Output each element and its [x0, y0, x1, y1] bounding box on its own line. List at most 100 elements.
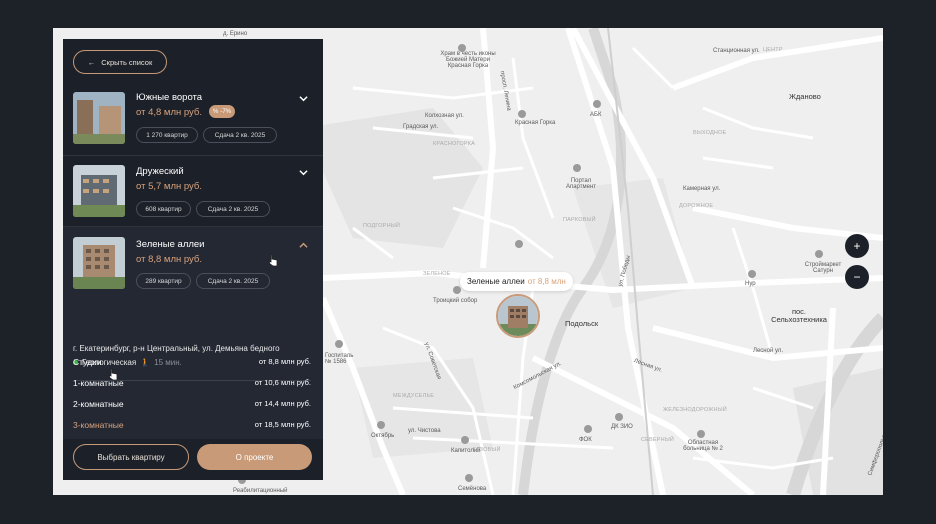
hide-list-label: Скрыть список: [101, 57, 153, 67]
map-label: Подольск: [565, 319, 599, 328]
poi-icon: [335, 340, 343, 348]
complex-thumbnail: [73, 92, 125, 144]
map-label: Портал Апартмент: [565, 178, 597, 190]
flat-row[interactable]: 2-комнатные от 14,4 млн руб.: [73, 399, 311, 409]
map-label: Красная Горка: [515, 120, 556, 126]
complex-name: Дружеский: [136, 166, 184, 177]
apartments-chip: 289 квартир: [136, 273, 191, 289]
discount-value: -7%: [220, 108, 232, 115]
map-label: ДОРОЖНОЕ: [679, 203, 714, 209]
flat-type: 2-комнатные: [73, 399, 124, 409]
map-label: Реабилитационный: [233, 488, 288, 494]
map-label: Камерная ул.: [683, 186, 721, 192]
arrow-left-icon: ←: [87, 57, 96, 67]
map-label: ПОДГОРНЫЙ: [363, 223, 401, 229]
complex-address: г. Екатеринбург, р-н Центральный, ул. Де…: [73, 344, 280, 353]
map-label: ВЫХОДНОЕ: [693, 130, 727, 136]
hand-cursor-icon: [268, 254, 278, 267]
map-label: Станционная ул.: [713, 48, 760, 54]
map-label: СЕВЕРНЫЙ: [641, 437, 675, 443]
map-label: ФОК: [579, 437, 592, 443]
map-label: ул. Чистова: [408, 428, 441, 434]
map-label: Лесной ул.: [753, 348, 783, 354]
poi-icon: [584, 425, 592, 433]
poi-icon: [615, 413, 623, 421]
flat-price: от 8,8 млн руб.: [258, 357, 311, 366]
hand-cursor-icon: [108, 368, 118, 381]
discount-badge: % -7%: [209, 105, 236, 118]
map-label: ЖЕЛЕЗНОДОРОЖНЫЙ: [663, 407, 727, 413]
map-label: Градская ул.: [403, 124, 439, 130]
map-label: АБК: [590, 112, 602, 118]
complex-item[interactable]: Южные ворота от 4,8 млн руб. % -7% 1 270 …: [63, 85, 323, 155]
map-label: Храм в честь иконы Божией Матери Красная…: [440, 51, 496, 69]
building-photo: [73, 92, 125, 144]
complex-item[interactable]: Дружеский от 5,7 млн руб. 608 квартир Сд…: [63, 156, 323, 226]
map-label: Семёнова: [458, 486, 487, 492]
map-label: д. Ерино: [223, 31, 248, 37]
delivery-chip: Сдача 2 кв. 2025: [196, 273, 270, 289]
apartments-chip: 1 270 квартир: [136, 127, 198, 143]
poi-icon: [461, 436, 469, 444]
zoom-in-button[interactable]: +: [845, 234, 869, 258]
about-project-button[interactable]: О проекте: [197, 444, 312, 470]
map-label: ДК ЗИО: [611, 424, 633, 430]
chevron-up-icon[interactable]: [299, 241, 308, 250]
chevron-down-icon[interactable]: [299, 94, 308, 103]
complex-name: Южные ворота: [136, 92, 203, 103]
map-label: КРАСНОГОРКА: [433, 141, 475, 147]
hide-list-button[interactable]: ← Скрыть список: [73, 50, 167, 74]
apartments-chip: 608 квартир: [136, 201, 191, 217]
flat-type: Студии: [73, 357, 102, 367]
complex-thumbnail: [73, 237, 125, 289]
flat-price: от 14,4 млн руб.: [254, 399, 311, 408]
poi-icon: [748, 270, 756, 278]
choose-apartment-button[interactable]: Выбрать квартиру: [73, 444, 189, 470]
delivery-chip: Сдача 2 кв. 2025: [203, 127, 277, 143]
map-label: Октябрь: [371, 433, 395, 439]
poi-icon: [593, 100, 601, 108]
complex-price: от 8,8 млн руб.: [136, 254, 202, 265]
poi-icon: [453, 286, 461, 294]
map-label: ЗЕЛЕНОЕ: [423, 271, 451, 277]
map-label: Областная больница № 2: [683, 440, 723, 452]
map-label: Колхозная ул.: [425, 113, 464, 119]
flat-row[interactable]: 3-комнатные от 18,5 млн руб.: [73, 420, 311, 430]
zoom-out-button[interactable]: −: [845, 265, 869, 289]
poi-icon: [515, 240, 523, 248]
tooltip-price: от 8,8 млн: [527, 277, 566, 286]
percent-icon: %: [213, 108, 219, 115]
map-label: МЕЖДУСЕЛЬЕ: [393, 393, 435, 399]
building-photo: [73, 165, 125, 217]
map-label: ГАЗОВЫЙ: [473, 447, 501, 453]
flat-price: от 18,5 млн руб.: [254, 420, 311, 429]
map-label: Госпиталь № 1586: [325, 353, 354, 365]
flat-price: от 10,6 млн руб.: [254, 378, 311, 387]
map-label: Нур: [745, 281, 756, 287]
poi-icon: [573, 164, 581, 172]
flat-row[interactable]: Студии от 8,8 млн руб.: [73, 357, 311, 367]
poi-icon: [465, 474, 473, 482]
building-photo: [498, 296, 538, 336]
map-label: Строймаркет Сатурн: [804, 262, 842, 274]
poi-icon: [815, 250, 823, 258]
complex-name: Зеленые аллеи: [136, 239, 205, 250]
complex-price: от 5,7 млн руб.: [136, 181, 202, 192]
map-label: Жданово: [789, 92, 821, 101]
poi-icon: [377, 421, 385, 429]
complex-price: от 4,8 млн руб.: [136, 107, 202, 118]
map-label: ЦЕНТР: [763, 47, 783, 53]
flat-type: 3-комнатные: [73, 420, 124, 430]
poi-icon: [697, 430, 705, 438]
complex-marker[interactable]: [496, 294, 540, 338]
delivery-chip: Сдача 2 кв. 2025: [196, 201, 270, 217]
poi-icon: [518, 110, 526, 118]
poi-icon: [458, 44, 466, 52]
complex-thumbnail: [73, 165, 125, 217]
building-photo: [73, 237, 125, 289]
chevron-down-icon[interactable]: [299, 168, 308, 177]
map-label: ПАРКОВЫЙ: [563, 217, 596, 223]
map-tooltip[interactable]: Зеленые аллеи от 8,8 млн: [460, 272, 573, 291]
map-label: пос. Сельхозтехника: [771, 307, 827, 324]
tooltip-name: Зеленые аллеи: [467, 277, 525, 286]
